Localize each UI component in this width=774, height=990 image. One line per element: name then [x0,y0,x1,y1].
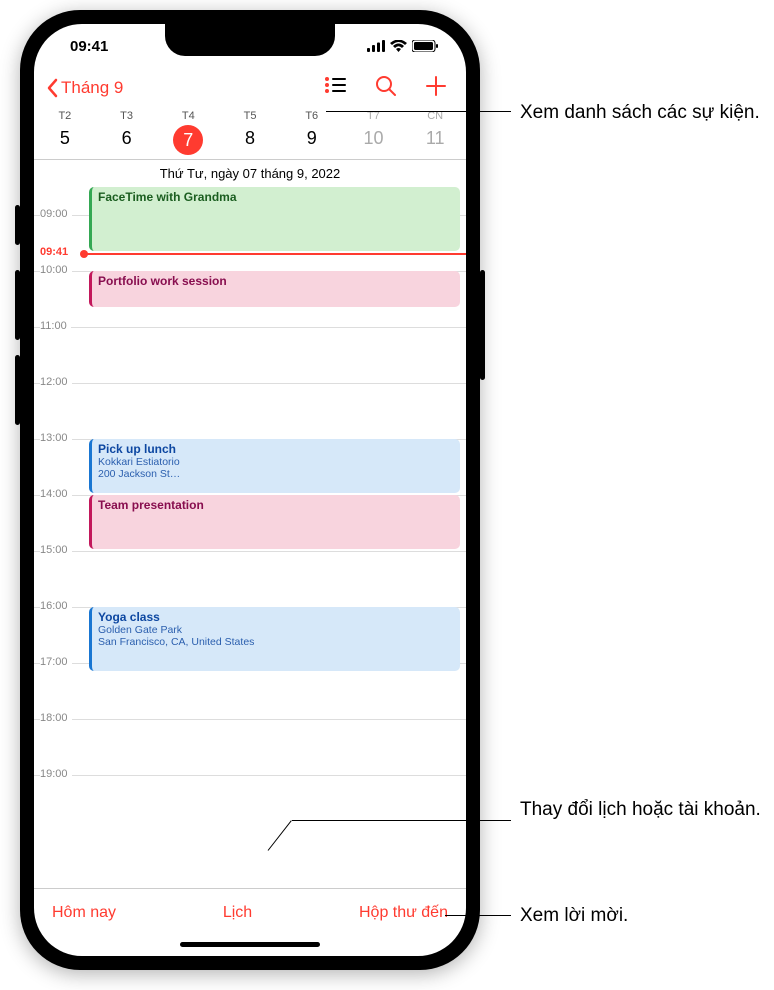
calendars-button[interactable]: Lịch [223,904,252,922]
event-title: Yoga class [98,610,454,624]
iphone-frame: 09:41 Tháng 9 [20,10,480,970]
hour-label: 13:00 [40,432,72,444]
day-number: 7 [183,130,193,151]
day-of-week: T5 [219,110,281,122]
calendar-event[interactable]: Portfolio work session [89,271,460,307]
event-subtitle: 200 Jackson St… [98,468,454,480]
hour-line: 18:00 [34,719,466,775]
search-button[interactable] [376,76,396,101]
event-subtitle: San Francisco, CA, United States [98,636,454,648]
side-button [480,270,485,380]
callout-list-view: Xem danh sách các sự kiện. [520,100,760,126]
day-number: 10 [343,128,405,149]
hour-label: 11:00 [40,320,71,332]
hour-label: 12:00 [40,376,72,388]
hour-label: 19:00 [40,768,72,780]
day-column[interactable]: T3 6 [96,110,158,155]
current-time-label: 09:41 [40,246,68,258]
day-column[interactable]: T5 8 [219,110,281,155]
volume-up [15,270,20,340]
volume-down [15,355,20,425]
screen: 09:41 Tháng 9 [34,24,466,956]
day-of-week: T3 [96,110,158,122]
calendar-event[interactable]: Yoga classGolden Gate ParkSan Francisco,… [89,607,460,671]
current-time-dot [80,250,88,258]
callout-line [292,820,511,821]
wifi-icon [390,40,407,52]
hour-line: 15:00 [34,551,466,607]
day-of-week: T4 [157,110,219,122]
callout-line [445,915,511,916]
calendar-event[interactable]: FaceTime with Grandma [89,187,460,251]
callout-calendars: Thay đổi lịch hoặc tài khoản. [520,797,761,823]
hour-label: 15:00 [40,544,72,556]
day-column[interactable]: T2 5 [34,110,96,155]
back-button[interactable]: Tháng 9 [46,78,324,98]
nav-bar: Tháng 9 [34,68,466,108]
day-number: 8 [219,128,281,149]
calendar-event[interactable]: Team presentation [89,495,460,549]
event-title: Team presentation [98,498,454,512]
day-number: 11 [404,128,466,149]
day-column[interactable]: CN11 [404,110,466,155]
plus-icon [426,76,446,96]
list-view-button[interactable] [324,76,346,101]
day-column[interactable]: T69 [281,110,343,155]
day-number: 5 [34,128,96,149]
home-indicator [34,936,466,956]
add-button[interactable] [426,76,446,101]
day-number: 6 [96,128,158,149]
chevron-left-icon [46,78,59,98]
today-button[interactable]: Hôm nay [52,904,116,922]
week-header: T2 5T3 6 T4 7 T5 8T69T710CN11 [34,108,466,160]
list-icon [324,76,346,94]
day-of-week: T2 [34,110,96,122]
event-title: FaceTime with Grandma [98,190,454,204]
event-subtitle: Golden Gate Park [98,624,454,636]
event-subtitle: Kokkari Estiatorio [98,456,454,468]
hour-line: 17:00 [34,663,466,719]
battery-icon [412,40,438,52]
hour-line: 12:00 [34,383,466,439]
hour-label: 10:00 [40,264,72,276]
calendar-event[interactable]: Pick up lunchKokkari Estiatorio200 Jacks… [89,439,460,493]
day-column[interactable]: T710 [343,110,405,155]
status-time: 09:41 [70,38,108,55]
hour-line: 11:00 [34,327,466,383]
date-title: Thứ Tư, ngày 07 tháng 9, 2022 [34,160,466,185]
back-label: Tháng 9 [61,78,123,98]
bottom-toolbar: Hôm nay Lịch Hộp thư đến [34,888,466,936]
event-title: Pick up lunch [98,442,454,456]
callout-inbox: Xem lời mời. [520,903,628,929]
timeline[interactable]: 09:0010:0011:0012:0013:0014:0015:0016:00… [34,185,466,888]
callout-line [326,111,511,112]
hour-label: 16:00 [40,600,72,612]
hour-line: 19:00 [34,775,466,831]
day-number: 9 [281,128,343,149]
notch [165,24,335,56]
hour-label: 14:00 [40,488,72,500]
cellular-icon [367,40,385,52]
hour-label: 18:00 [40,712,72,724]
event-title: Portfolio work session [98,274,454,288]
mute-switch [15,205,20,245]
status-indicators [367,40,438,52]
day-column[interactable]: T4 7 [157,110,219,155]
hour-label: 17:00 [40,656,72,668]
inbox-button[interactable]: Hộp thư đến [359,904,448,922]
search-icon [376,76,396,96]
hour-label: 09:00 [40,208,72,220]
current-time-line [84,253,466,255]
